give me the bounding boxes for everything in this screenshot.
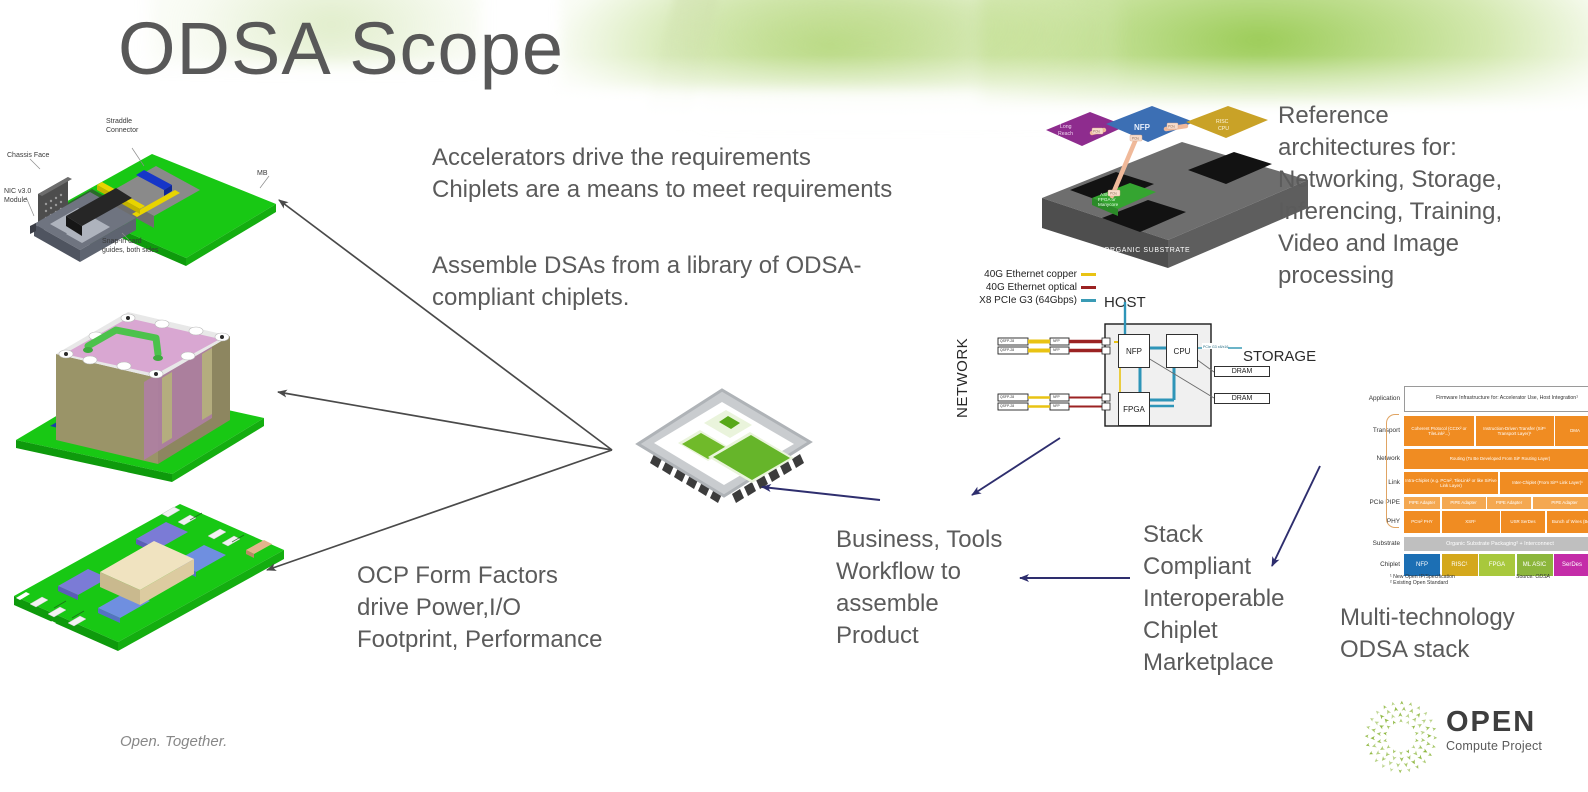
ocp-logo-word: OPEN xyxy=(1446,708,1536,737)
legend-swatch-copper xyxy=(1081,273,1096,276)
block-cpu: CPU xyxy=(1166,334,1198,368)
stack-row: PIPE Adapter PIPE Adapter PIPE Adapter PIPE… xyxy=(1404,497,1588,509)
block-fpga: FPGA xyxy=(1118,392,1150,426)
svg-text:PCIe: PCIe xyxy=(1132,137,1139,141)
stack-source: Source: ODSA xyxy=(1516,574,1550,580)
stack-row: Intra-Chiplet (e.g. PCIe², TileLink² or … xyxy=(1404,472,1588,494)
port-chip-label: NFP xyxy=(1053,348,1060,352)
stack-row: Routing (To Be Developed From SiF Routin… xyxy=(1404,449,1588,469)
stack-cell: RISC¹ xyxy=(1442,554,1478,576)
svg-text:CPU: CPU xyxy=(1218,126,1229,132)
stack-cell: ML ASIC xyxy=(1517,554,1553,576)
stack-cell: PIPE Adapter xyxy=(1404,497,1440,509)
legend-item: 40G Ethernet optical xyxy=(966,281,1096,294)
stack-cell: Organic Substrate Packaging² + Interconn… xyxy=(1404,537,1588,551)
stack-cell: Inter-Chiplet (From SiF¹ Link Layer)¹ xyxy=(1500,472,1588,494)
cooled-module-render xyxy=(6,292,302,482)
odsa-stack-diagram: Application Firmware Infrastructure for: … xyxy=(1330,382,1582,594)
stack-row: NFPRISC¹FPGAML ASICSerDes●●● xyxy=(1404,554,1588,576)
ocp-logo-subtitle: Compute Project xyxy=(1446,740,1542,753)
port-chip-label: NFP xyxy=(1053,404,1060,408)
svg-text:PCIe: PCIe xyxy=(1168,125,1175,129)
label-mb: MB xyxy=(257,170,268,179)
svg-text:Manycore: Manycore xyxy=(1098,202,1119,207)
svg-text:PCIe: PCIe xyxy=(1093,130,1100,134)
stack-cell: Firmware Infrastructure for: Accelerator… xyxy=(1404,386,1588,412)
port-label: QSFP-28 xyxy=(1000,348,1014,352)
text-chiplet-marketplace: Stack Compliant Interoperable Chiplet Ma… xyxy=(1143,519,1284,679)
block-dram: DRAM xyxy=(1214,393,1270,404)
stack-cell: Instruction-Driven Transfer (SiF¹ Transp… xyxy=(1476,416,1554,446)
text-ocp-form-factors: OCP Form Factors drive Power,I/O Footpri… xyxy=(357,560,602,656)
nic-module-render: Straddle Connector Chassis Face NIC v3.0… xyxy=(4,112,292,280)
port-label: QSFP-28 xyxy=(1000,395,1014,399)
stack-cell: XSR¹ xyxy=(1442,511,1500,533)
block-dram: DRAM xyxy=(1214,366,1270,377)
block-nfp: NFP xyxy=(1118,334,1150,368)
stack-brace xyxy=(1386,414,1399,528)
stack-cell: PCIe² PHY xyxy=(1404,511,1440,533)
legend-label: 40G Ethernet copper xyxy=(984,269,1077,280)
organic-substrate-caption: ORGANIC SUBSTRATE xyxy=(1104,247,1190,254)
svg-text:PCIe G3 x8/x16: PCIe G3 x8/x16 xyxy=(1203,345,1228,349)
label-snap-in-guides: Snap-in card guides, both sides xyxy=(102,238,158,256)
legend-item: 40G Ethernet copper xyxy=(966,268,1096,281)
slide-footer: Open. Together. xyxy=(120,733,227,750)
legend-label: 40G Ethernet optical xyxy=(986,282,1077,293)
stack-row-label: Substrate xyxy=(1332,540,1400,547)
stack-row: Coherent Protocol (CCIX² or TileLink²...… xyxy=(1404,416,1588,446)
slide-canvas: ODSA Scope Straddle Connector Chassis Fa… xyxy=(0,0,1588,792)
svg-text:PCIe: PCIe xyxy=(1110,192,1117,196)
ocp-logo: OPEN Compute Project xyxy=(1360,694,1580,780)
svg-text:NFP: NFP xyxy=(1134,123,1151,132)
stack-cell: PIPE Adapter xyxy=(1487,497,1531,509)
svg-text:RISC: RISC xyxy=(1216,119,1229,125)
chiplet-package-icon xyxy=(614,372,826,527)
port-label: QSFP-28 xyxy=(1000,339,1014,343)
stack-row: PCIe² PHY XSR¹ USR SerDes Bunch of Wires (B… xyxy=(1404,511,1588,533)
stack-row: Organic Substrate Packaging² + Interconn… xyxy=(1404,537,1588,551)
label-chassis-face: Chassis Face xyxy=(7,152,49,161)
legend-swatch-optical xyxy=(1081,286,1096,289)
port-label: QSFP-28 xyxy=(1000,404,1014,408)
port-chip-label: NFP xyxy=(1053,339,1060,343)
text-accelerators-requirements: Accelerators drive the requirements Chip… xyxy=(432,142,892,206)
stack-cell: Intra-Chiplet (e.g. PCIe², TileLink² or … xyxy=(1404,472,1498,494)
stack-cell: Routing (To Be Developed From SiF Routin… xyxy=(1404,449,1588,469)
label-straddle-connector: Straddle Connector xyxy=(106,118,138,136)
page-title: ODSA Scope xyxy=(118,12,564,86)
port-chip-label: NFP xyxy=(1053,395,1060,399)
stack-row: Firmware Infrastructure for: Accelerator… xyxy=(1404,386,1588,412)
pcb-card-render xyxy=(2,492,302,652)
text-multi-technology-stack: Multi-technology ODSA stack xyxy=(1340,602,1515,666)
organic-substrate-render: ORGANIC SUBSTRATE ASIC or FPGA or Manyco… xyxy=(1030,106,1320,276)
stack-cell: USR SerDes xyxy=(1501,511,1545,533)
stack-row-label: Chiplet xyxy=(1332,561,1400,568)
svg-text:Long: Long xyxy=(1060,124,1072,130)
ocp-wreath-icon xyxy=(1360,696,1442,778)
network-block-diagram: NETWORK HOST STORAGE xyxy=(952,296,1292,444)
text-reference-architectures: Reference architectures for: Networking,… xyxy=(1278,100,1502,291)
stack-cell: DMA xyxy=(1555,416,1588,446)
stack-row-label: Application xyxy=(1332,395,1400,402)
text-assemble-dsas: Assemble DSAs from a library of ODSA- co… xyxy=(432,250,861,314)
label-nic-module: NIC v3.0 Module xyxy=(4,188,31,206)
stack-cell: PIPE Adapter xyxy=(1533,497,1588,509)
stack-cell: Bunch of Wires (BoW)¹ xyxy=(1547,511,1588,533)
text-business-tools-workflow: Business, Tools Workflow to assemble Pro… xyxy=(836,524,1002,652)
stack-cell: PIPE Adapter xyxy=(1442,497,1486,509)
stack-cell: FPGA xyxy=(1479,554,1515,576)
stack-cell: NFP xyxy=(1404,554,1440,576)
stack-footnotes: ¹ New Open IP/Specification ² Existing O… xyxy=(1390,574,1455,586)
stack-cell: Coherent Protocol (CCIX² or TileLink²...… xyxy=(1404,416,1474,446)
stack-cell: SerDes xyxy=(1554,554,1588,576)
svg-text:Reach: Reach xyxy=(1058,131,1073,137)
